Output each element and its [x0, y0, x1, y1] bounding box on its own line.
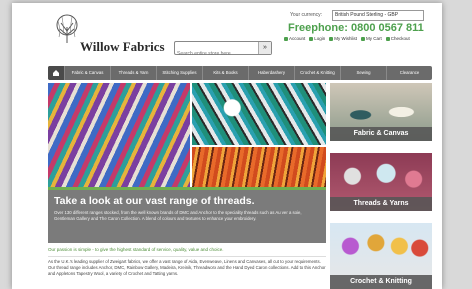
cart-icon	[361, 36, 366, 41]
wishlist-icon	[329, 36, 334, 41]
account-links: Account Login My Wishlist My Cart Checko…	[284, 36, 434, 41]
phone-number: 0800 0567 811	[350, 22, 424, 34]
search-box: »	[174, 41, 272, 60]
search-button[interactable]: »	[258, 42, 271, 54]
nav-sewing[interactable]: Sewing	[341, 66, 387, 80]
cart-link[interactable]: My Cart	[361, 36, 382, 41]
currency-select[interactable]: British Pound Sterling - GBP	[332, 10, 424, 21]
hero-title: Take a look at our vast range of threads…	[54, 195, 255, 207]
nav-crochet-knitting[interactable]: Crochet & Knitting	[295, 66, 341, 80]
checkout-icon	[385, 36, 390, 41]
tile-label: Threads & Yarns	[330, 197, 432, 211]
tile-fabric-canvas[interactable]: Fabric & Canvas	[330, 83, 432, 141]
wishlist-link[interactable]: My Wishlist	[329, 36, 357, 41]
home-icon	[53, 70, 59, 76]
tile-label: Crochet & Knitting	[330, 275, 432, 289]
nav-clearance[interactable]: Clearance	[387, 66, 432, 80]
willow-tree-logo-icon[interactable]	[52, 13, 82, 47]
hero-body: Over 130 different ranges stocked, from …	[54, 210, 302, 221]
tile-threads-yarns[interactable]: Threads & Yarns	[330, 153, 432, 211]
nav-kits-books[interactable]: Kits & Books	[203, 66, 249, 80]
account-icon	[284, 36, 288, 41]
orange-threads-photo	[192, 147, 326, 187]
freephone-label: Freephone:	[288, 22, 348, 34]
checkout-link[interactable]: Checkout	[385, 36, 410, 41]
tile-label: Fabric & Canvas	[330, 127, 432, 141]
login-icon	[309, 36, 314, 41]
login-link[interactable]: Login	[309, 36, 325, 41]
skeins-photo	[192, 83, 326, 145]
currency-label: Your currency:	[290, 12, 323, 18]
account-link[interactable]: Account	[284, 36, 305, 41]
home-button[interactable]	[48, 66, 65, 80]
search-input[interactable]	[175, 48, 257, 60]
nav-threads-yarn[interactable]: Threads & Yarn	[111, 66, 157, 80]
body-paragraph: As the U.K.'s leading supplier of Zweiga…	[48, 259, 326, 276]
intro-text: Our passion is simple - to give the high…	[48, 247, 326, 257]
hero-caption: Take a look at our vast range of threads…	[48, 187, 326, 243]
nav-stitching-supplies[interactable]: Stitching Supplies	[157, 66, 203, 80]
nav-fabric-canvas[interactable]: Fabric & Canvas	[65, 66, 111, 80]
hero-banner-area[interactable]: Take a look at our vast range of threads…	[48, 83, 326, 243]
tile-crochet-knitting[interactable]: Crochet & Knitting	[330, 223, 432, 289]
page: Willow Fabrics » Your currency: British …	[12, 3, 442, 289]
main-nav: Fabric & Canvas Threads & Yarn Stitching…	[48, 66, 432, 80]
threads-photo	[48, 83, 190, 187]
freephone-number: Freephone: 0800 0567 811	[288, 22, 424, 34]
logo-text[interactable]: Willow Fabrics	[80, 39, 165, 55]
nav-haberdashery[interactable]: Haberdashery	[249, 66, 295, 80]
